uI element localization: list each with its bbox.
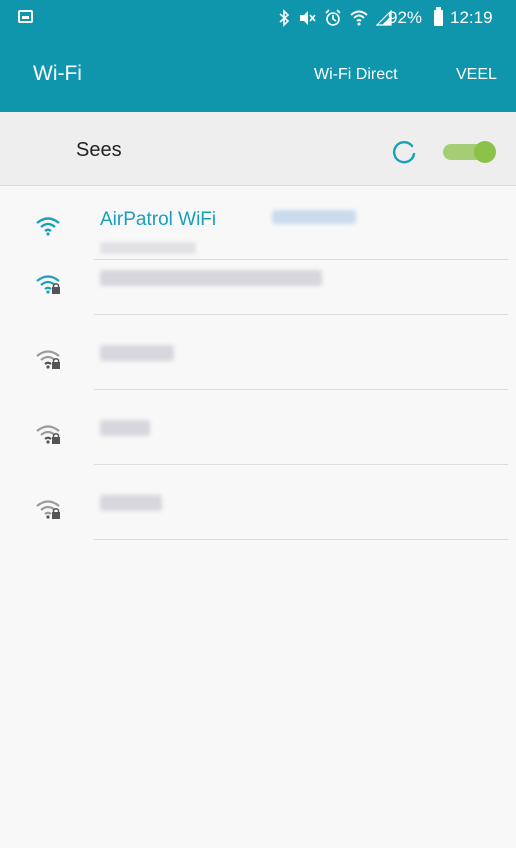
- battery-percentage: 92%: [388, 8, 423, 27]
- network-item[interactable]: [0, 495, 516, 575]
- wifi-toggle[interactable]: [443, 141, 497, 163]
- wifi-status-icon: [350, 10, 368, 26]
- divider: [94, 464, 508, 465]
- network-name: AirPatrol WiFi: [100, 209, 217, 230]
- mute-icon: [300, 11, 316, 25]
- wifi-settings-screen: 92% 12:19 Wi-Fi Wi-Fi Direct VEEL Sees A…: [0, 0, 516, 848]
- wifi-signal-weak-locked-icon: [36, 350, 60, 369]
- network-item-connected[interactable]: AirPatrol WiFi: [0, 186, 516, 260]
- clock: 12:19: [450, 8, 493, 27]
- redacted-network-name: [100, 345, 174, 361]
- bluetooth-icon: [279, 9, 290, 27]
- divider: [94, 539, 508, 540]
- wifi-signal-weak-locked-icon: [36, 425, 60, 444]
- wifi-signal-full-icon: [36, 217, 60, 236]
- divider: [94, 259, 508, 260]
- alarm-icon: [325, 9, 341, 26]
- divider: [94, 314, 508, 315]
- wifi-signal-weak-locked-icon: [36, 500, 60, 519]
- status-bar: 92% 12:19: [0, 0, 516, 36]
- wifi-switch-bar[interactable]: Sees: [0, 112, 516, 186]
- page-title: Wi-Fi: [33, 62, 82, 85]
- wifi-switch-label: Sees: [76, 139, 122, 161]
- screenshot-icon: [18, 10, 33, 23]
- scanning-spinner-icon: [393, 141, 416, 164]
- divider: [94, 389, 508, 390]
- redacted-status: [100, 242, 196, 254]
- redacted-network-name: [100, 495, 162, 511]
- network-item[interactable]: [0, 345, 516, 425]
- wifi-signal-locked-icon: [36, 275, 60, 294]
- toggle-thumb: [474, 141, 496, 163]
- battery-icon: [434, 7, 443, 26]
- app-bar: Wi-Fi Wi-Fi Direct VEEL: [0, 36, 516, 112]
- status-icons: [278, 7, 392, 29]
- redacted-text: [272, 210, 356, 224]
- redacted-network-name: [100, 420, 150, 436]
- redacted-network-name: [100, 270, 322, 286]
- network-item[interactable]: [0, 270, 516, 350]
- more-button[interactable]: VEEL: [456, 64, 497, 86]
- wifi-direct-button[interactable]: Wi-Fi Direct: [314, 64, 398, 86]
- network-item[interactable]: [0, 420, 516, 500]
